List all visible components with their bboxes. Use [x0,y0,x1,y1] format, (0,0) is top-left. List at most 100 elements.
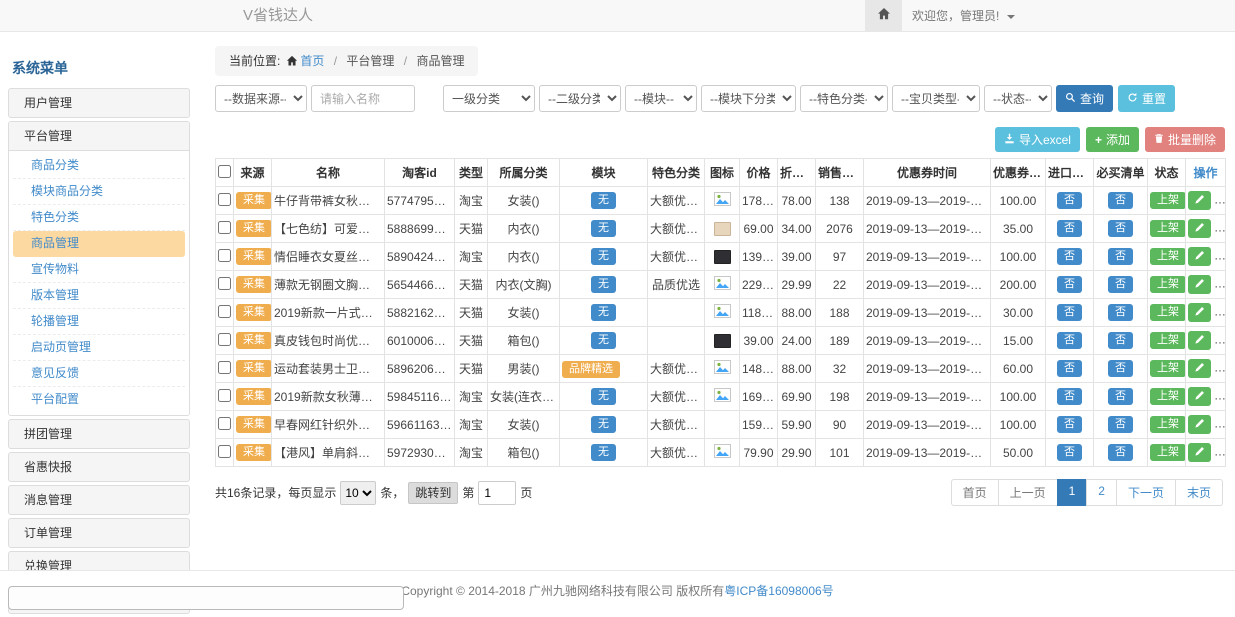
icp-link[interactable]: 粤ICP备16098006号 [724,584,833,598]
page-button[interactable]: 首页 [951,479,999,506]
status-badge[interactable]: 上架 [1150,444,1186,461]
module-badge[interactable]: 无 [591,220,616,237]
must-buy-toggle[interactable]: 否 [1108,388,1133,405]
page-button[interactable]: 末页 [1175,479,1223,506]
import-select-toggle[interactable]: 否 [1057,192,1082,209]
level2-category-select[interactable]: --二级分类-- [539,85,621,112]
edit-button[interactable] [1188,387,1211,406]
must-buy-toggle[interactable]: 否 [1108,220,1133,237]
status-badge[interactable]: 上架 [1150,388,1186,405]
edit-button[interactable] [1188,359,1211,378]
must-buy-toggle[interactable]: 否 [1108,332,1133,349]
module-badge[interactable]: 无 [591,332,616,349]
breadcrumb-home-link[interactable]: 首页 [300,54,324,68]
sidebar-sub-item[interactable]: 轮播管理 [13,309,185,335]
edit-button[interactable] [1188,275,1211,294]
module-select[interactable]: --模块-- [625,85,697,112]
row-checkbox[interactable] [218,305,231,318]
status-select[interactable]: --状态-- [984,85,1052,112]
status-badge[interactable]: 上架 [1150,220,1186,237]
page-button[interactable]: 1 [1057,479,1088,506]
page-button[interactable]: 上一页 [998,479,1058,506]
edit-button[interactable] [1188,331,1211,350]
sidebar-item-platform-management[interactable]: 平台管理 [9,122,189,151]
import-select-toggle[interactable]: 否 [1057,332,1082,349]
home-nav-button[interactable] [865,0,902,31]
module-badge[interactable]: 无 [591,444,616,461]
module-badge[interactable]: 无 [591,192,616,209]
sidebar-sub-item[interactable]: 意见反馈 [13,361,185,387]
select-all-checkbox[interactable] [218,165,231,178]
row-checkbox[interactable] [218,249,231,262]
row-checkbox[interactable] [218,333,231,346]
import-select-toggle[interactable]: 否 [1057,388,1082,405]
edit-button[interactable] [1188,303,1211,322]
sidebar-item[interactable]: 订单管理 [8,518,190,548]
must-buy-toggle[interactable]: 否 [1108,276,1133,293]
add-button[interactable]: + 添加 [1086,127,1139,152]
module-subcategory-select[interactable]: --模块下分类-- [701,85,796,112]
must-buy-toggle[interactable]: 否 [1108,192,1133,209]
feature-category-select[interactable]: --特色分类-- [800,85,888,112]
import-select-toggle[interactable]: 否 [1057,304,1082,321]
row-checkbox[interactable] [218,193,231,206]
status-badge[interactable]: 上架 [1150,332,1186,349]
module-badge[interactable]: 无 [591,248,616,265]
name-search-input[interactable] [311,85,415,112]
import-select-toggle[interactable]: 否 [1057,444,1082,461]
module-badge[interactable]: 品牌精选 [562,361,620,378]
must-buy-toggle[interactable]: 否 [1108,304,1133,321]
edit-button[interactable] [1188,191,1211,210]
sidebar-sub-item[interactable]: 平台配置 [13,387,185,413]
page-button[interactable]: 2 [1086,479,1117,506]
status-badge[interactable]: 上架 [1150,248,1186,265]
edit-button[interactable] [1188,219,1211,238]
import-select-toggle[interactable]: 否 [1057,360,1082,377]
status-badge[interactable]: 上架 [1150,192,1186,209]
must-buy-toggle[interactable]: 否 [1108,360,1133,377]
sidebar-item[interactable]: 拼团管理 [8,419,190,449]
status-badge[interactable]: 上架 [1150,304,1186,321]
import-select-toggle[interactable]: 否 [1057,248,1082,265]
row-checkbox[interactable] [218,221,231,234]
row-checkbox[interactable] [218,389,231,402]
status-badge[interactable]: 上架 [1150,360,1186,377]
must-buy-toggle[interactable]: 否 [1108,248,1133,265]
batch-delete-button[interactable]: 批量删除 [1145,127,1225,152]
module-badge[interactable]: 无 [591,388,616,405]
must-buy-toggle[interactable]: 否 [1108,444,1133,461]
sidebar-sub-item[interactable]: 版本管理 [13,283,185,309]
import-select-toggle[interactable]: 否 [1057,276,1082,293]
sidebar-item-user-management[interactable]: 用户管理 [8,88,190,118]
jump-button[interactable]: 跳转到 [408,482,458,504]
page-size-select[interactable]: 10 [340,481,376,505]
sidebar-sub-item[interactable]: 启动页管理 [13,335,185,361]
module-badge[interactable]: 无 [591,304,616,321]
row-checkbox[interactable] [218,445,231,458]
import-select-toggle[interactable]: 否 [1057,220,1082,237]
reset-button[interactable]: 重置 [1118,85,1175,112]
page-button[interactable]: 下一页 [1116,479,1176,506]
sidebar-item[interactable]: 消息管理 [8,485,190,515]
level1-category-select[interactable]: 一级分类 [443,85,535,112]
sidebar-sub-item[interactable]: 特色分类 [13,205,185,231]
jump-page-input[interactable] [478,481,516,505]
sidebar-sub-item[interactable]: 商品分类 [13,153,185,179]
row-checkbox[interactable] [218,417,231,430]
sidebar-item[interactable]: 省惠快报 [8,452,190,482]
edit-button[interactable] [1188,415,1211,434]
status-badge[interactable]: 上架 [1150,276,1186,293]
must-buy-toggle[interactable]: 否 [1108,416,1133,433]
sidebar-sub-item[interactable]: 商品管理 [13,231,185,257]
sidebar-sub-item[interactable]: 模块商品分类 [13,179,185,205]
search-button[interactable]: 查询 [1056,85,1113,112]
module-badge[interactable]: 无 [591,276,616,293]
edit-button[interactable] [1188,443,1211,462]
row-checkbox[interactable] [218,277,231,290]
user-menu[interactable]: 欢迎您，管理员! [912,0,1015,32]
module-badge[interactable]: 无 [591,416,616,433]
status-badge[interactable]: 上架 [1150,416,1186,433]
item-type-select[interactable]: --宝贝类型-- [892,85,980,112]
data-source-select[interactable]: --数据来源-- [215,85,307,112]
edit-button[interactable] [1188,247,1211,266]
